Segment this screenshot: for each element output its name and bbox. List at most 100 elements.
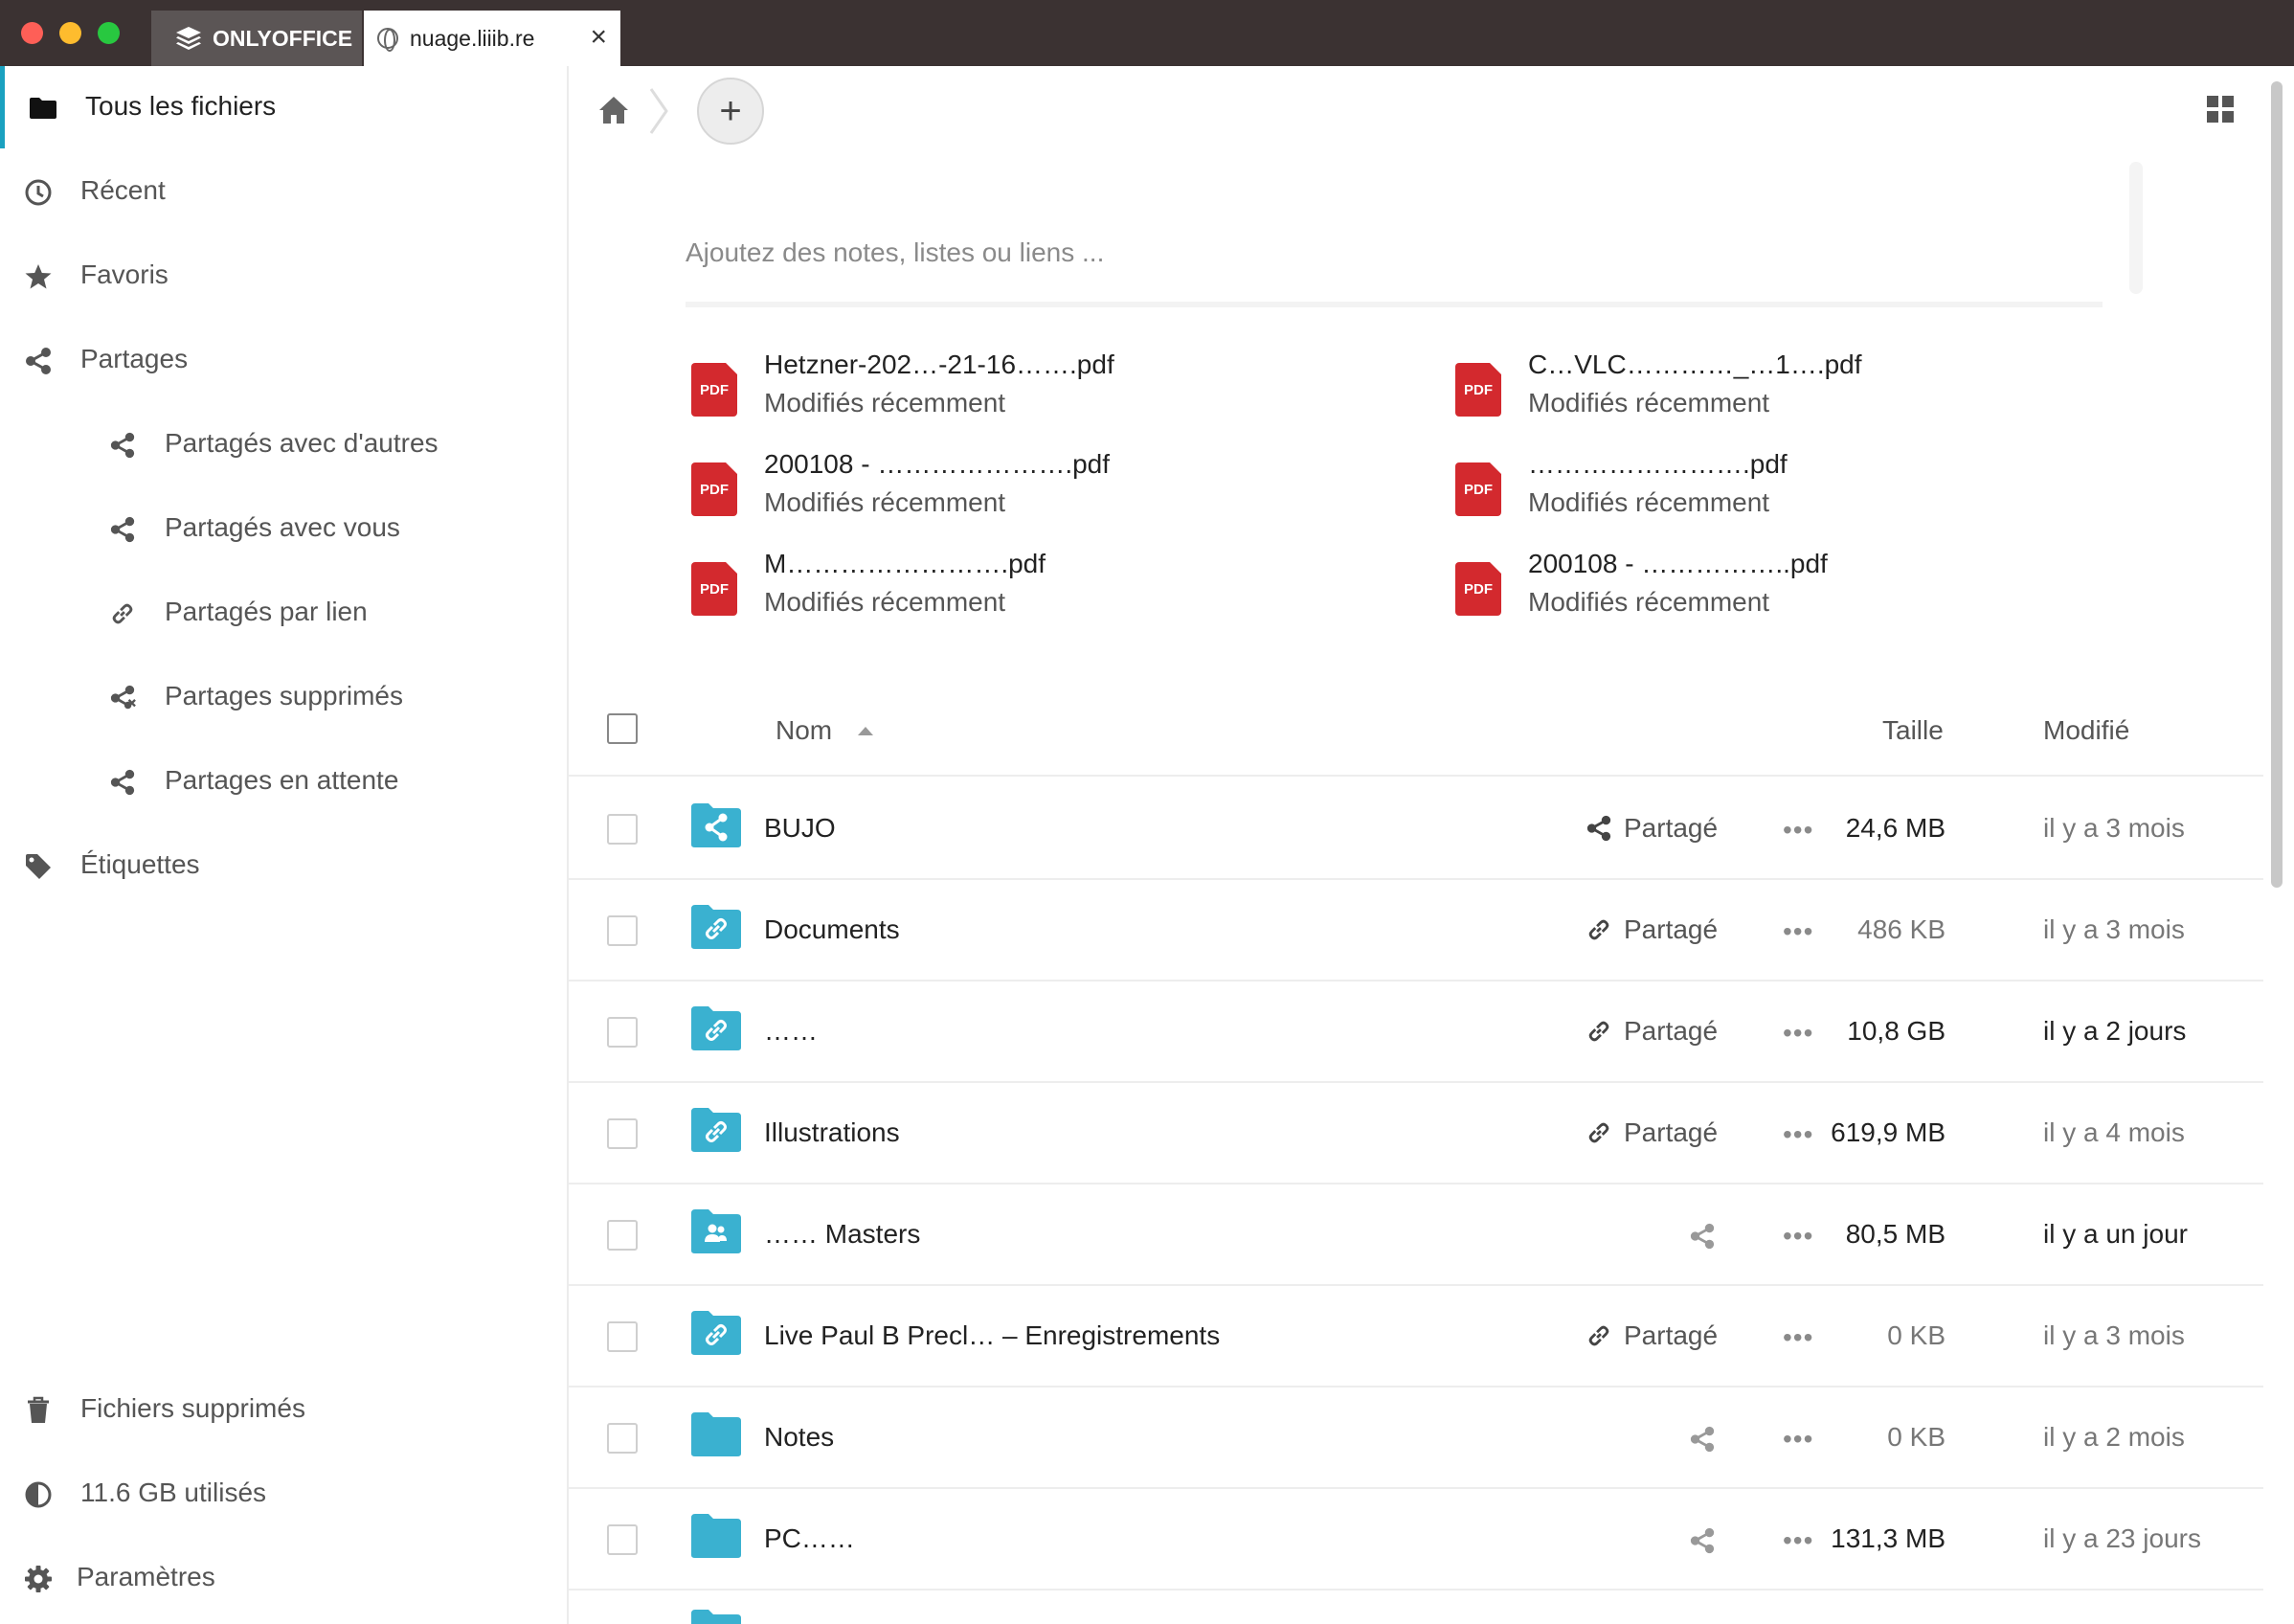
recent-file-name: 200108 - ……………..pdf — [1528, 549, 1828, 578]
more-actions-icon[interactable]: ••• — [1783, 1119, 1813, 1150]
trash-icon — [23, 1395, 54, 1426]
sidebar-item-shared-by-link[interactable]: Partagés par lien — [0, 572, 567, 654]
share-icon — [1586, 815, 1612, 842]
file-name[interactable]: Documents — [764, 914, 900, 945]
sidebar-item-tags[interactable]: Étiquettes — [0, 824, 567, 907]
window-titlebar: ONLYOFFICE nuage.liiib.re × — [0, 0, 2294, 66]
link-icon — [1586, 1322, 1612, 1349]
sidebar-item-deleted-shares[interactable]: Partages supprimés — [0, 656, 567, 738]
sidebar-item-label: Partagés avec d'autres — [165, 428, 439, 458]
sidebar-item-deleted-files[interactable]: Fichiers supprimés — [0, 1368, 567, 1451]
sidebar-item-label: Favoris — [80, 259, 169, 289]
table-row[interactable]: Notes ••• 0 KB il y a 2 mois — [569, 1387, 2263, 1489]
more-actions-icon[interactable]: ••• — [1783, 815, 1813, 846]
share-status[interactable]: Partagé — [1586, 1016, 1718, 1047]
globe-icon — [377, 28, 398, 52]
notes-scrollbar[interactable] — [2129, 162, 2143, 294]
share-icon[interactable] — [1689, 1527, 1716, 1559]
column-size-header[interactable]: Taille — [1882, 715, 1944, 746]
more-actions-icon[interactable]: ••• — [1783, 1424, 1813, 1455]
recent-file-name: …………………….pdf — [1528, 449, 1788, 479]
row-checkbox[interactable] — [607, 1321, 638, 1352]
recent-file-name: M…………………….pdf — [764, 549, 1046, 578]
sidebar-item-recent[interactable]: Récent — [0, 150, 567, 233]
table-row[interactable]: Documents Partagé ••• 486 KB il y a 3 mo… — [569, 880, 2263, 981]
file-name[interactable]: Live Paul B Precl… – Enregistrements — [764, 1320, 1220, 1351]
recent-file-subtitle: Modifiés récemment — [1528, 388, 1770, 417]
more-actions-icon[interactable]: ••• — [1783, 1525, 1813, 1556]
sidebar-item-label: Partagés avec vous — [165, 512, 400, 542]
more-actions-icon[interactable]: ••• — [1783, 1221, 1813, 1252]
link-icon — [107, 598, 138, 629]
pdf-icon: PDF — [691, 462, 737, 516]
pdf-icon: PDF — [691, 562, 737, 616]
file-name[interactable]: Notes — [764, 1422, 834, 1453]
sidebar-item-label: Étiquettes — [80, 849, 200, 879]
gear-icon — [23, 1564, 54, 1594]
zoom-window-button[interactable] — [98, 22, 120, 44]
share-icon[interactable] — [1689, 1426, 1716, 1457]
table-row[interactable]: …… Partagé ••• 10,8 GB il y a 2 jours — [569, 981, 2263, 1083]
sidebar-item-label: Partages — [80, 344, 189, 373]
more-actions-icon[interactable]: ••• — [1783, 916, 1813, 947]
table-row[interactable]: BUJO Partagé ••• 24,6 MB il y a 3 mois — [569, 778, 2263, 880]
share-status[interactable]: Partagé — [1586, 1320, 1718, 1351]
column-modified-header[interactable]: Modifié — [2043, 715, 2129, 746]
table-row[interactable] — [569, 1590, 2263, 1624]
row-checkbox[interactable] — [607, 1017, 638, 1048]
table-row[interactable]: Illustrations Partagé ••• 619,9 MB il y … — [569, 1083, 2263, 1184]
quota-label: 11.6 GB utilisés — [80, 1477, 267, 1507]
file-name[interactable]: Illustrations — [764, 1117, 900, 1148]
minimize-window-button[interactable] — [59, 22, 81, 44]
tab-onlyoffice[interactable]: ONLYOFFICE — [151, 11, 362, 66]
share-status[interactable]: Partagé — [1586, 914, 1718, 945]
column-name-header[interactable]: Nom — [776, 715, 832, 746]
table-row[interactable]: …… Masters ••• 80,5 MB il y a un jour — [569, 1184, 2263, 1286]
share-icon[interactable] — [1689, 1223, 1716, 1254]
row-checkbox[interactable] — [607, 1423, 638, 1454]
tab-nuage[interactable]: nuage.liiib.re × — [364, 11, 620, 66]
main-content: + PDF Hetzner-202…-21-16…….pdf Modifiés … — [569, 66, 2294, 1624]
sort-ascending-icon — [858, 727, 873, 735]
share-icon — [23, 346, 54, 376]
sidebar-item-pending-shares[interactable]: Partages en attente — [0, 740, 567, 823]
grid-view-icon[interactable] — [2206, 95, 2235, 128]
row-checkbox[interactable] — [607, 814, 638, 845]
share-label: Partagé — [1624, 813, 1719, 843]
file-name[interactable]: BUJO — [764, 813, 836, 844]
share-status[interactable]: Partagé — [1586, 813, 1718, 844]
add-new-button[interactable]: + — [697, 78, 764, 145]
sidebar-item-all-files[interactable]: Tous les fichiers — [0, 66, 567, 148]
table-row[interactable]: Live Paul B Precl… – Enregistrements Par… — [569, 1286, 2263, 1387]
close-tab-icon[interactable]: × — [590, 23, 607, 52]
home-icon[interactable] — [597, 95, 630, 130]
file-name[interactable]: …… Masters — [764, 1219, 920, 1250]
recent-file-name: Hetzner-202…-21-16…….pdf — [764, 350, 1114, 379]
scrollbar[interactable] — [2271, 81, 2283, 888]
sidebar-item-shares[interactable]: Partages — [0, 319, 567, 401]
close-window-button[interactable] — [21, 22, 43, 44]
row-checkbox[interactable] — [607, 1220, 638, 1251]
more-actions-icon[interactable]: ••• — [1783, 1018, 1813, 1049]
file-size: 10,8 GB — [1847, 1016, 1945, 1046]
sidebar-item-favorites[interactable]: Favoris — [0, 235, 567, 317]
clock-icon — [23, 177, 54, 208]
sidebar-item-settings[interactable]: Paramètres — [0, 1537, 567, 1619]
notes-input[interactable] — [686, 229, 2026, 277]
link-icon — [1586, 916, 1612, 943]
row-checkbox[interactable] — [607, 1118, 638, 1149]
file-name[interactable]: PC…… — [764, 1523, 855, 1554]
row-checkbox[interactable] — [607, 915, 638, 946]
share-label: Partagé — [1624, 914, 1719, 944]
sidebar-item-quota: 11.6 GB utilisés — [0, 1453, 567, 1535]
more-actions-icon[interactable]: ••• — [1783, 1322, 1813, 1353]
tab-nuage-label: nuage.liiib.re — [410, 25, 535, 51]
share-status[interactable]: Partagé — [1586, 1117, 1718, 1148]
file-size: 486 KB — [1857, 914, 1945, 944]
sidebar-item-shared-with-others[interactable]: Partagés avec d'autres — [0, 403, 567, 485]
file-name[interactable]: …… — [764, 1016, 818, 1047]
row-checkbox[interactable] — [607, 1524, 638, 1555]
sidebar-item-shared-with-you[interactable]: Partagés avec vous — [0, 487, 567, 570]
table-row[interactable]: PC…… ••• 131,3 MB il y a 23 jours — [569, 1489, 2263, 1590]
select-all-checkbox[interactable] — [607, 713, 638, 744]
